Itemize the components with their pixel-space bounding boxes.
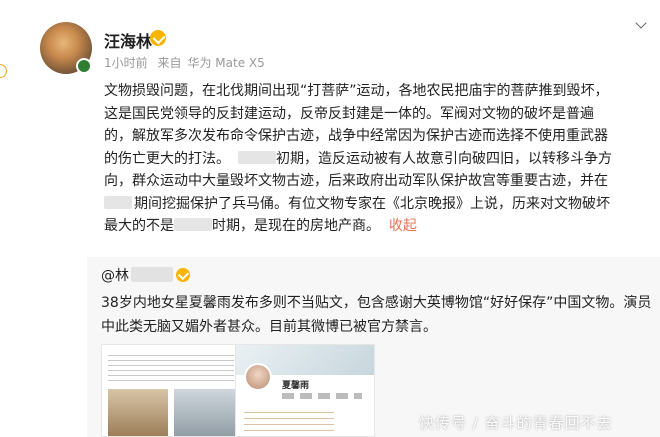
repost-user-prefix: @林 — [101, 268, 129, 284]
body-line: 期间挖掘保护了兵马俑。有位文物专家在《北京晚报》上说，历来对文物破坏 — [104, 193, 649, 216]
chevron-down-icon[interactable] — [635, 18, 649, 32]
redacted-block — [104, 195, 132, 209]
thumb-profile-name: 夏馨雨 — [282, 381, 310, 391]
post-body: 文物损毁问题，在北伐期间出现“打菩萨”运动，各地农民把庙宇的菩萨推到毁坏， 这是… — [104, 80, 649, 238]
post-time[interactable]: 1小时前 — [104, 56, 148, 70]
body-segment: 时期，是现在的房地产商。 — [212, 218, 380, 234]
redacted-block — [238, 150, 276, 164]
body-segment: 的伤亡更大的打法。 — [104, 150, 230, 167]
verified-badge-icon — [150, 30, 166, 46]
body-segment: 期间挖掘保护了兵马俑。有位文物专家在《北京晚报》上说，历来对文物破坏 — [134, 195, 610, 212]
thumb-photo — [108, 389, 168, 436]
post-meta: 1小时前 来自 华为 Mate X5 — [104, 54, 271, 71]
repost-image-2[interactable]: 夏馨雨 — [235, 344, 375, 437]
source-device: 华为 Mate X5 — [187, 56, 265, 70]
source-prefix: 来自 — [157, 56, 182, 70]
repost-image-1[interactable] — [101, 344, 241, 437]
thumb-profile-stats — [282, 393, 362, 399]
body-segment: 初期，造反运动被有人故意引向破四旧，以转移斗争方 — [276, 150, 612, 167]
repost-verified-icon — [176, 268, 190, 282]
body-line: 最大的不是 时期，是现在的房地产商。 收起 — [104, 215, 649, 238]
thumb-photo — [174, 389, 236, 436]
body-line: 这是国民党领导的反封建运动，反帝反封建是一体的。军阀对文物的破坏是普遍 — [104, 105, 594, 122]
redacted-block — [174, 218, 212, 231]
thumb-text-lines — [244, 407, 334, 433]
body-line: 向，群众运动中大量毁坏文物古迹，后来政府出动军队保护故宫等重要古迹，并在 — [104, 173, 608, 189]
repost-card[interactable]: @林 38岁内地女星夏馨雨发布多则不当贴文，包含感谢大英博物馆“好好保存”中国文… — [87, 257, 660, 437]
body-line: 文物损毁问题，在北伐期间出现“打菩萨”运动，各地农民把庙宇的菩萨推到毁坏， — [104, 83, 609, 99]
thumb-profile-avatar — [244, 363, 272, 391]
repost-user[interactable]: @林 — [101, 265, 173, 285]
collapse-link[interactable]: 收起 — [389, 218, 417, 234]
body-line: 的伤亡更大的打法。 初期，造反运动被有人故意引向破四旧，以转移斗争方 — [104, 148, 649, 171]
username[interactable]: 汪海林 — [104, 28, 152, 52]
avatar-badge-icon — [76, 58, 92, 74]
repost-text: 38岁内地女星夏馨雨发布多则不当贴文，包含感谢大英博物馆“好好保存”中国文物。演… — [101, 295, 652, 335]
watermark: 快传号 / 奋斗的青春回不去 — [419, 414, 613, 432]
body-segment: 最大的不是 — [104, 218, 174, 234]
weibo-post: 汪海林 1小时前 来自 华为 Mate X5 文物损毁问题，在北伐期间出现“打菩萨… — [0, 0, 660, 437]
thumb-text-lines — [108, 351, 234, 383]
redacted-name — [131, 267, 173, 282]
body-line: 的，解放军多次发布命令保护古迹，战争中经常因为保护古迹而选择不使用重武器 — [104, 128, 608, 144]
